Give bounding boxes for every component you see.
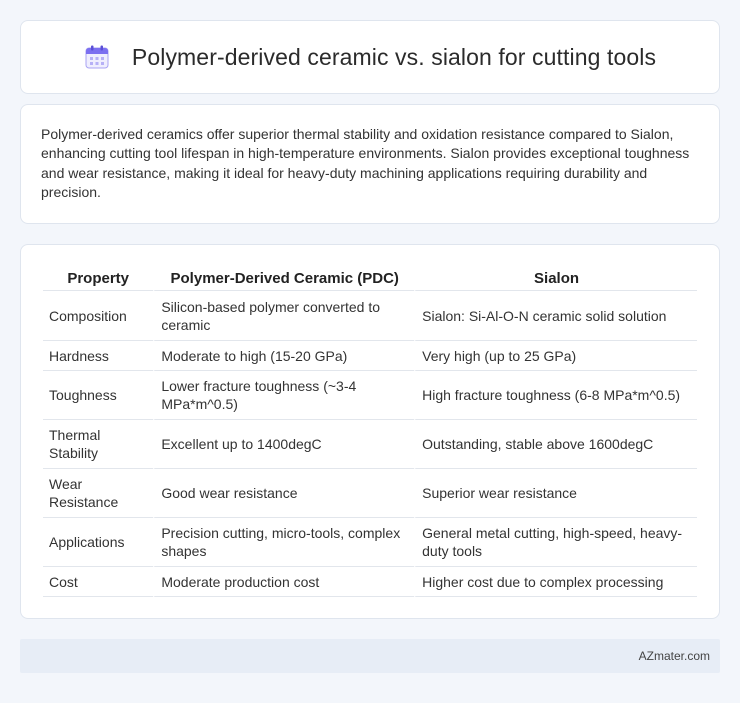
table-card: Property Polymer-Derived Ceramic (PDC) S…	[20, 244, 720, 619]
row-pdc-value: Good wear resistance	[153, 469, 415, 518]
footer-brand: AZmater.com	[638, 649, 710, 663]
table-header-row: Property Polymer-Derived Ceramic (PDC) S…	[43, 265, 697, 291]
row-pdc-value: Lower fracture toughness (~3-4 MPa*m^0.5…	[153, 371, 415, 420]
table-row: Wear Resistance Good wear resistance Sup…	[43, 469, 697, 518]
title-card: Polymer-derived ceramic vs. sialon for c…	[20, 20, 720, 94]
row-sialon-value: Higher cost due to complex processing	[414, 567, 697, 597]
row-property: Composition	[43, 291, 154, 341]
row-property: Thermal Stability	[43, 420, 154, 469]
row-sialon-value: General metal cutting, high-speed, heavy…	[414, 518, 697, 567]
summary-text: Polymer-derived ceramics offer superior …	[41, 126, 690, 200]
comparison-table: Property Polymer-Derived Ceramic (PDC) S…	[43, 265, 697, 597]
table-row: Thermal Stability Excellent up to 1400de…	[43, 420, 697, 469]
row-property: Cost	[43, 567, 154, 597]
row-property: Applications	[43, 518, 154, 567]
row-sialon-value: Outstanding, stable above 1600degC	[414, 420, 697, 469]
row-pdc-value: Moderate to high (15-20 GPa)	[153, 341, 415, 371]
row-pdc-value: Excellent up to 1400degC	[153, 420, 415, 469]
row-pdc-value: Silicon-based polymer converted to ceram…	[153, 291, 415, 341]
row-sialon-value: High fracture toughness (6-8 MPa*m^0.5)	[414, 371, 697, 420]
summary-card: Polymer-derived ceramics offer superior …	[20, 104, 720, 224]
table-row: Applications Precision cutting, micro-to…	[43, 518, 697, 567]
table-row: Hardness Moderate to high (15-20 GPa) Ve…	[43, 341, 697, 371]
row-pdc-value: Precision cutting, micro-tools, complex …	[153, 518, 415, 567]
row-sialon-value: Very high (up to 25 GPa)	[414, 341, 697, 371]
table-row: Composition Silicon-based polymer conver…	[43, 291, 697, 341]
calendar-icon	[84, 44, 110, 70]
row-pdc-value: Moderate production cost	[153, 567, 415, 597]
footer: AZmater.com	[20, 639, 720, 673]
table-row: Toughness Lower fracture toughness (~3-4…	[43, 371, 697, 420]
row-property: Hardness	[43, 341, 154, 371]
column-header-pdc: Polymer-Derived Ceramic (PDC)	[153, 265, 415, 291]
page-title: Polymer-derived ceramic vs. sialon for c…	[131, 43, 657, 70]
column-header-property: Property	[43, 265, 154, 291]
table-row: Cost Moderate production cost Higher cos…	[43, 567, 697, 597]
row-property: Toughness	[43, 371, 154, 420]
row-property: Wear Resistance	[43, 469, 154, 518]
column-header-sialon: Sialon	[414, 265, 697, 291]
row-sialon-value: Superior wear resistance	[414, 469, 697, 518]
row-sialon-value: Sialon: Si-Al-O-N ceramic solid solution	[414, 291, 697, 341]
